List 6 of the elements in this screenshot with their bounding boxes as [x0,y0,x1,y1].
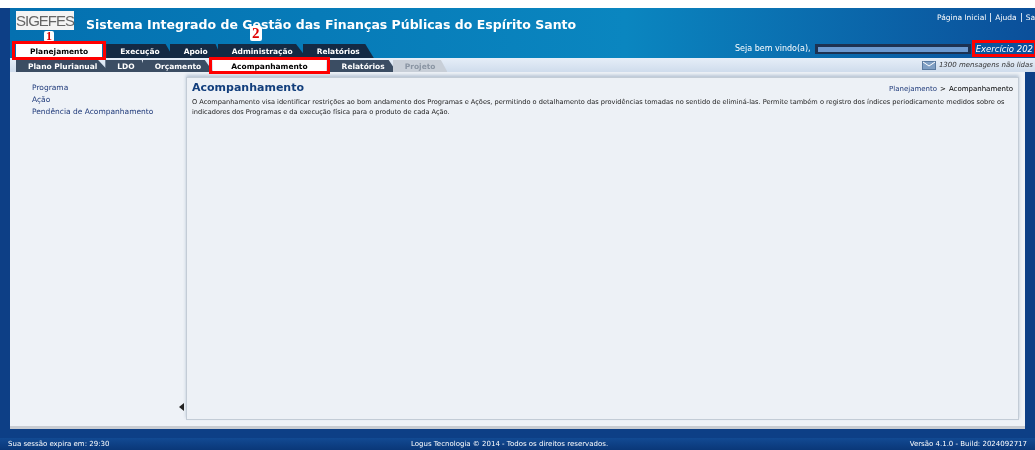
envelope-icon[interactable] [921,60,936,70]
exercise-link[interactable]: Exercício 202 [975,44,1035,54]
welcome-text: Seja bem vindo(a), [734,44,811,53]
collapse-icon[interactable] [179,402,184,412]
page-heading: Acompanhamento [192,81,304,94]
annotation-number: 1 [44,31,54,42]
